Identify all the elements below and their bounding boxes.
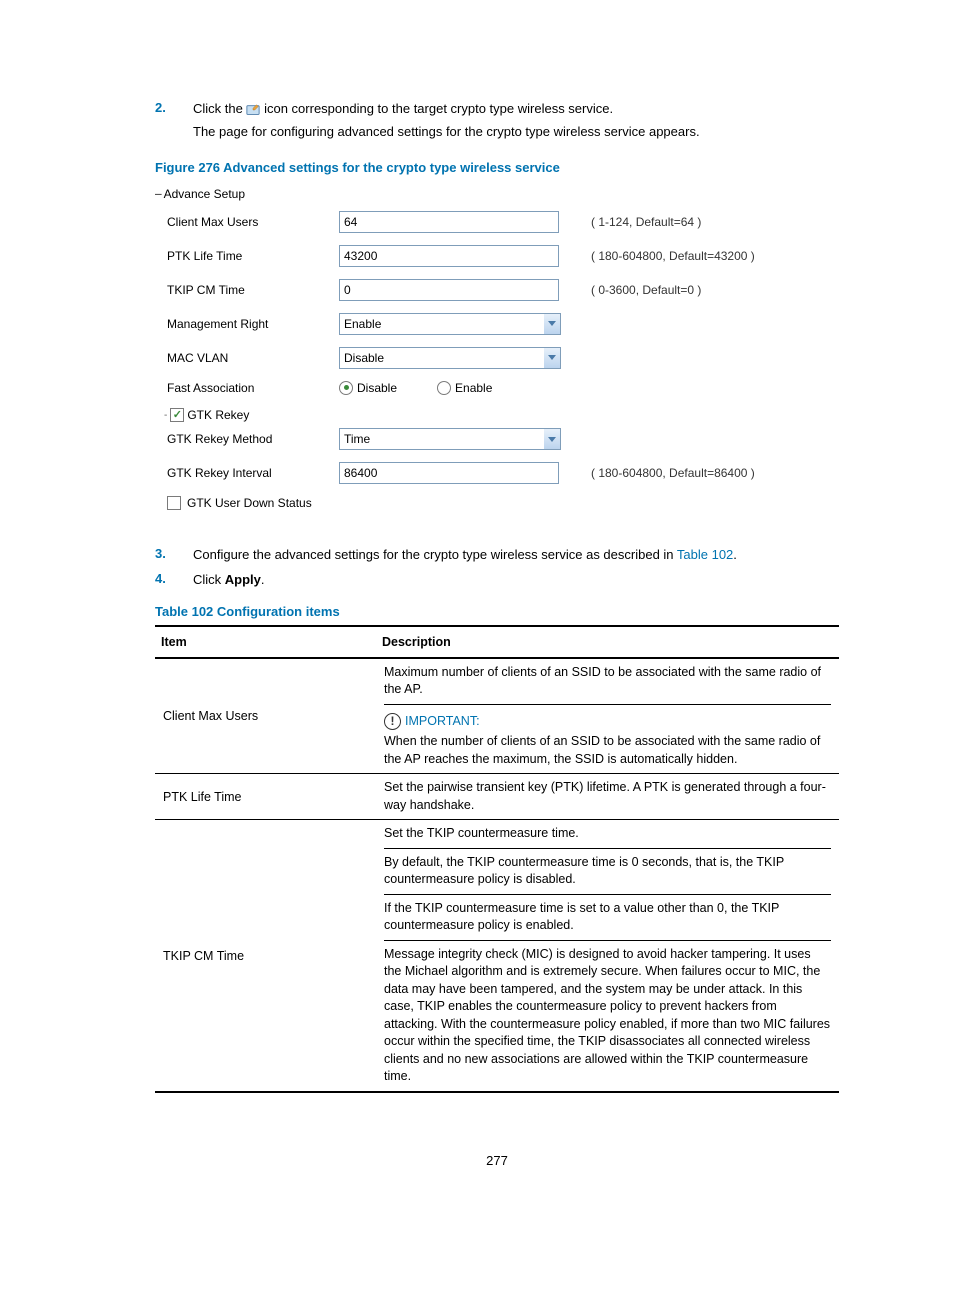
gtk-user-down-status-checkbox[interactable] (167, 496, 181, 510)
fast-association-disable-radio[interactable]: Disable (339, 381, 397, 395)
client-max-hint: ( 1-124, Default=64 ) (591, 215, 701, 229)
step-text: icon corresponding to the target crypto … (264, 101, 613, 116)
step-number: 2. (155, 100, 193, 142)
gtk-rekey-method-select[interactable]: Time (339, 428, 561, 450)
gtk-user-down-status-label: GTK User Down Status (187, 496, 312, 510)
description-text: Set the TKIP countermeasure time. (384, 820, 831, 849)
client-max-users-label: Client Max Users (155, 215, 327, 229)
item-cell: TKIP CM Time (155, 820, 376, 1092)
table-caption: Table 102 Configuration items (155, 604, 839, 619)
gtk-interval-hint: ( 180-604800, Default=86400 ) (591, 466, 755, 480)
step-content: Configure the advanced settings for the … (193, 546, 839, 565)
step-text: Configure the advanced settings for the … (193, 547, 677, 562)
table-header-description: Description (376, 626, 839, 658)
step-text: Click (193, 572, 225, 587)
ptk-hint: ( 180-604800, Default=43200 ) (591, 249, 755, 263)
gtk-rekey-label: GTK Rekey (187, 408, 249, 422)
advance-setup-form: — Advance Setup Client Max Users ( 1-124… (155, 183, 839, 517)
tkip-cm-time-input[interactable] (339, 279, 559, 301)
tkip-hint: ( 0-3600, Default=0 ) (591, 283, 701, 297)
step-content: Click Apply. (193, 571, 839, 590)
step-2: 2. Click the icon corresponding to the t… (155, 100, 839, 142)
step-3: 3. Configure the advanced settings for t… (155, 546, 839, 565)
description-text: When the number of clients of an SSID to… (384, 733, 831, 768)
description-text: Message integrity check (MIC) is designe… (384, 941, 831, 1091)
chevron-down-icon (544, 429, 560, 449)
important-icon: ! (384, 713, 401, 730)
figure-caption: Figure 276 Advanced settings for the cry… (155, 160, 839, 175)
select-value: Time (344, 432, 370, 446)
table-102-link[interactable]: Table 102 (677, 547, 733, 562)
page-number: 277 (155, 1153, 839, 1168)
gtk-rekey-interval-label: GTK Rekey Interval (155, 466, 327, 480)
table-row: PTK Life Time Set the pairwise transient… (155, 774, 839, 820)
step-text: . (733, 547, 737, 562)
gtk-rekey-checkbox[interactable]: ✓ (170, 408, 184, 422)
important-label: IMPORTANT: (405, 713, 480, 731)
gtk-rekey-fieldset: - ✓ GTK Rekey GTK Rekey Method Time GTK … (155, 407, 839, 517)
step-content: Click the icon corresponding to the targ… (193, 100, 839, 142)
radio-label: Enable (455, 381, 492, 395)
mac-vlan-select[interactable]: Disable (339, 347, 561, 369)
chevron-down-icon (544, 314, 560, 334)
configuration-items-table: Item Description Client Max Users Maximu… (155, 625, 839, 1093)
description-text: Maximum number of clients of an SSID to … (384, 659, 831, 705)
item-cell: PTK Life Time (155, 774, 376, 820)
tkip-cm-time-label: TKIP CM Time (155, 283, 327, 297)
step-text: The page for configuring advanced settin… (193, 123, 839, 142)
ptk-life-time-input[interactable] (339, 245, 559, 267)
radio-label: Disable (357, 381, 397, 395)
apply-label: Apply (225, 572, 261, 587)
table-row: Client Max Users Maximum number of clien… (155, 658, 839, 774)
description-text: By default, the TKIP countermeasure time… (384, 849, 831, 895)
fast-association-label: Fast Association (155, 381, 327, 395)
select-value: Enable (344, 317, 381, 331)
step-number: 4. (155, 571, 193, 590)
advance-setup-header[interactable]: — Advance Setup (155, 183, 839, 205)
client-max-users-input[interactable] (339, 211, 559, 233)
step-text: . (261, 572, 265, 587)
section-title: Advance Setup (164, 187, 245, 201)
collapse-icon[interactable]: — (155, 187, 162, 200)
chevron-down-icon (544, 348, 560, 368)
gtk-rekey-interval-input[interactable] (339, 462, 559, 484)
step-number: 3. (155, 546, 193, 565)
ptk-life-time-label: PTK Life Time (155, 249, 327, 263)
table-row: TKIP CM Time Set the TKIP countermeasure… (155, 820, 839, 1092)
mac-vlan-label: MAC VLAN (155, 351, 327, 365)
management-right-select[interactable]: Enable (339, 313, 561, 335)
table-header-item: Item (155, 626, 376, 658)
management-right-label: Management Right (155, 317, 327, 331)
gtk-rekey-method-label: GTK Rekey Method (155, 432, 327, 446)
select-value: Disable (344, 351, 384, 365)
fast-association-enable-radio[interactable]: Enable (437, 381, 492, 395)
step-text: Click the (193, 101, 246, 116)
advanced-setup-icon (246, 103, 260, 117)
description-text: If the TKIP countermeasure time is set t… (384, 895, 831, 941)
description-text: Set the pairwise transient key (PTK) lif… (376, 774, 839, 820)
step-4: 4. Click Apply. (155, 571, 839, 590)
important-callout: ! IMPORTANT: (384, 710, 831, 734)
item-cell: Client Max Users (155, 658, 376, 774)
